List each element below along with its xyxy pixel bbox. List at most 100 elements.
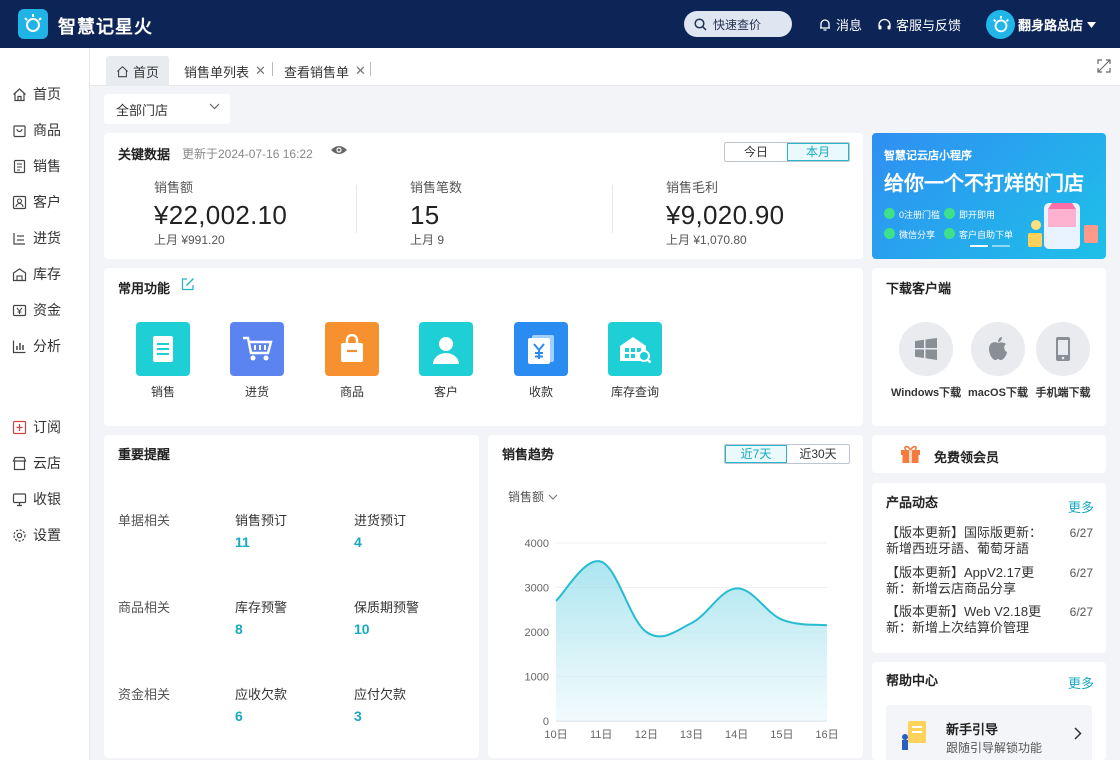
function-purchase[interactable]: 进货 (217, 322, 297, 400)
kpi-value: ¥22,002.10 (154, 200, 288, 230)
download-windows[interactable]: Windows下载 (891, 322, 961, 400)
sidebar-item-customers[interactable]: 客户 (12, 191, 61, 213)
support-link[interactable]: 客服与反馈 (877, 15, 961, 34)
chart-data-point[interactable] (779, 617, 785, 623)
news-item[interactable]: 【版本更新】Web V2.18更新：新增上次结算价管理 6/27 (886, 604, 1093, 636)
period-today[interactable]: 今日 (725, 143, 787, 161)
chart-data-point[interactable] (734, 585, 740, 591)
messages-link[interactable]: 消息 (818, 15, 862, 34)
sidebar-item-products[interactable]: 商品 (12, 119, 61, 141)
range-7-days[interactable]: 近7天 (725, 445, 787, 463)
chart-data-point[interactable] (553, 598, 559, 604)
metric-select[interactable]: 销售额 (508, 488, 558, 505)
reminder-expiry-alert[interactable]: 保质期预警 10 (354, 597, 419, 637)
download-macos[interactable]: macOS下载 (963, 322, 1033, 400)
news-item[interactable]: 【版本更新】国际版更新：新增西班牙語、葡萄牙語 6/27 (886, 525, 1093, 557)
news-item[interactable]: 【版本更新】AppV2.17更新：新增云店商品分享 6/27 (886, 565, 1093, 597)
function-label: 库存查询 (610, 385, 659, 399)
function-sales[interactable]: 销售 (123, 322, 203, 400)
search-icon (694, 17, 707, 31)
sidebar-item-subscription[interactable]: 订阅 (12, 416, 61, 438)
chart-y-tick-label: 1000 (525, 672, 549, 684)
news-text: 【版本更新】Web V2.18更新：新增上次结算价管理 (886, 604, 1042, 635)
sidebar-item-inventory[interactable]: 库存 (12, 263, 61, 285)
app-logo[interactable] (18, 9, 48, 39)
sales-icon (136, 322, 190, 376)
reminders-card: 重要提醒 单据相关 销售预订 11 进货预订 4 商品相关 库存预警 8 保质期… (104, 435, 479, 758)
quick-price-search[interactable]: 快速查价 (684, 11, 792, 37)
sidebar-item-label: 销售 (33, 158, 61, 174)
reminder-stock-alert[interactable]: 库存预警 8 (235, 597, 287, 637)
range-30-days[interactable]: 近30天 (787, 445, 849, 463)
key-data-title: 关键数据 (118, 147, 171, 162)
key-data-card: 关键数据 更新于2024-07-16 16:22 今日 本月 销售额 ¥22,0… (104, 133, 863, 259)
sales-trend-chart: 0 1000 2000 3000 4000 10日 11日 12日 13日 14日 15日 16日 (525, 538, 839, 741)
carousel-dot-active[interactable] (970, 245, 988, 247)
sidebar-item-purchase[interactable]: 进货 (12, 227, 61, 249)
sidebar-item-home[interactable]: 首页 (12, 83, 61, 105)
free-membership-card[interactable]: 免费领会员 (872, 435, 1106, 473)
banner-feature: 微信分享 (884, 228, 935, 241)
reminder-receivable[interactable]: 应收欠款 6 (235, 684, 287, 724)
sidebar-item-settings[interactable]: 设置 (12, 524, 61, 546)
close-icon[interactable]: ✕ (355, 63, 366, 79)
beginner-guide[interactable]: 新手引导 跟随引导解锁功能 (886, 705, 1092, 760)
sidebar-item-analysis[interactable]: 分析 (12, 335, 61, 357)
sidebar-item-cloud-store[interactable]: 云店 (12, 452, 61, 474)
eye-icon[interactable] (330, 143, 348, 157)
tab-bar: 首页 销售单列表 ✕ 查看销售单 ✕ (90, 48, 1120, 86)
store-switcher[interactable]: 翻身路总店 (1018, 15, 1097, 34)
chart-x-tick-label: 10日 (544, 729, 567, 741)
reminder-label: 保质期预警 (354, 600, 420, 615)
reminder-count: 4 (354, 534, 362, 550)
sidebar-item-cashier[interactable]: 收银 (12, 488, 61, 510)
function-inventory-query[interactable]: 库存查询 (595, 322, 675, 400)
headset-icon (878, 18, 891, 29)
function-collection[interactable]: 收款 (501, 322, 581, 400)
reminder-sales-booking[interactable]: 销售预订 11 (235, 510, 287, 550)
reminder-label: 应收欠款 (235, 687, 288, 702)
tab-sales-list[interactable]: 销售单列表 ✕ (174, 56, 276, 86)
store-avatar[interactable] (986, 10, 1015, 39)
check-icon (884, 208, 895, 219)
chart-x-tick-label: 15日 (770, 729, 793, 741)
chart-data-point[interactable] (824, 622, 830, 628)
download-mobile[interactable]: 手机端下载 (1028, 322, 1098, 400)
tab-view-sales-order[interactable]: 查看销售单 ✕ (274, 56, 376, 86)
common-functions-card: 常用功能 销售 进货 商品 客户 收款 库存查询 (104, 268, 863, 426)
tab-home[interactable]: 首页 (106, 56, 170, 86)
chart-x-tick-label: 14日 (725, 729, 748, 741)
cloud-store-banner[interactable]: 智慧记云店小程序 给你一个不打烊的门店 0注册门槛 即开即用 微信分享 客户自助… (872, 133, 1106, 259)
function-label: 收款 (528, 385, 553, 399)
reminder-purchase-booking[interactable]: 进货预订 4 (354, 510, 406, 550)
kpi-sales-amount: 销售额 ¥22,002.10 上月 ¥991.20 (154, 177, 287, 248)
carousel-dot[interactable] (992, 245, 1010, 247)
product-news-more-link[interactable]: 更多 (1068, 497, 1094, 516)
check-icon (944, 228, 955, 239)
messages-label: 消息 (836, 18, 863, 33)
news-text: 【版本更新】国际版更新：新增西班牙語、葡萄牙語 (886, 525, 1043, 556)
sidebar-item-funds[interactable]: 资金 (12, 299, 61, 321)
kpi-previous: 上月 ¥991.20 (154, 233, 225, 247)
period-toggle: 今日 本月 (724, 142, 850, 162)
function-label: 客户 (433, 385, 458, 399)
period-month[interactable]: 本月 (787, 143, 849, 161)
banner-feature: 即开即用 (944, 208, 995, 221)
banner-title: 给你一个不打烊的门店 (884, 173, 1084, 195)
help-center-more-link[interactable]: 更多 (1068, 673, 1094, 692)
chart-x-tick-label: 12日 (635, 729, 658, 741)
download-client-card: 下载客户端 Windows下载 macOS下载 手机端下载 (872, 268, 1106, 426)
chart-data-point[interactable] (643, 629, 649, 635)
fullscreen-icon[interactable] (1096, 58, 1112, 74)
chart-area-fill (556, 561, 827, 721)
kpi-label: 销售笔数 (410, 180, 463, 195)
edit-icon[interactable] (181, 277, 195, 291)
chart-data-point[interactable] (689, 620, 695, 626)
close-icon[interactable]: ✕ (255, 63, 266, 79)
chart-data-point[interactable] (598, 559, 604, 565)
function-products[interactable]: 商品 (312, 322, 392, 400)
reminder-payable[interactable]: 应付欠款 3 (354, 684, 406, 724)
sidebar-item-sales[interactable]: 销售 (12, 155, 61, 177)
store-filter-select[interactable]: 全部门店 (104, 94, 230, 124)
function-customers[interactable]: 客户 (406, 322, 486, 400)
